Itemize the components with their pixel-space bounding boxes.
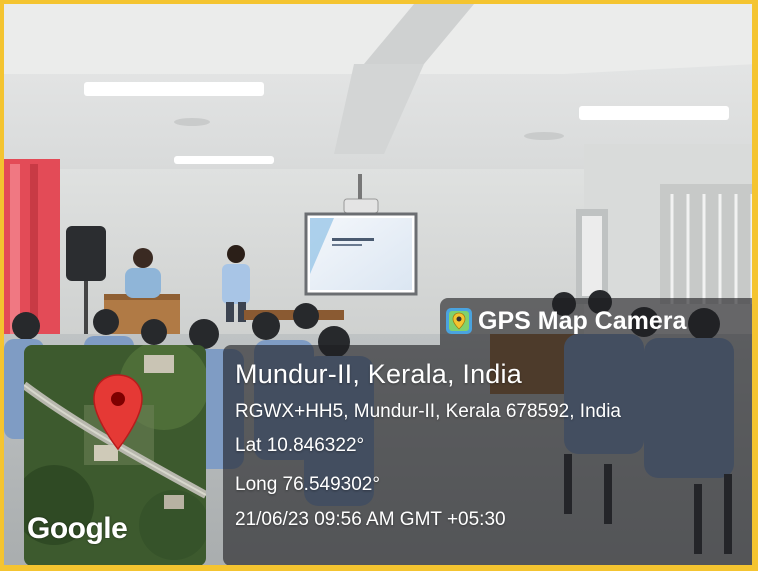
- place-name: Mundur-II, Kerala, India: [235, 359, 522, 389]
- google-watermark: Google: [27, 512, 128, 545]
- datetime-text: 21/06/23 09:56 AM GMT +05:30: [235, 509, 506, 530]
- app-brand-title: GPS Map Camera: [478, 307, 687, 335]
- longitude-text: Long 76.549302°: [235, 474, 380, 495]
- photo-frame: Google GPS Map Camera Mundur-II, Kerala,…: [0, 0, 758, 571]
- location-info-panel: Mundur-II, Kerala, India RGWX+HH5, Mundu…: [223, 345, 752, 565]
- map-camera-icon: [446, 308, 472, 334]
- app-brand-bar: GPS Map Camera: [440, 298, 752, 345]
- location-pin-icon: [93, 374, 143, 451]
- address-text: RGWX+HH5, Mundur-II, Kerala 678592, Indi…: [235, 401, 621, 422]
- latitude-text: Lat 10.846322°: [235, 435, 365, 456]
